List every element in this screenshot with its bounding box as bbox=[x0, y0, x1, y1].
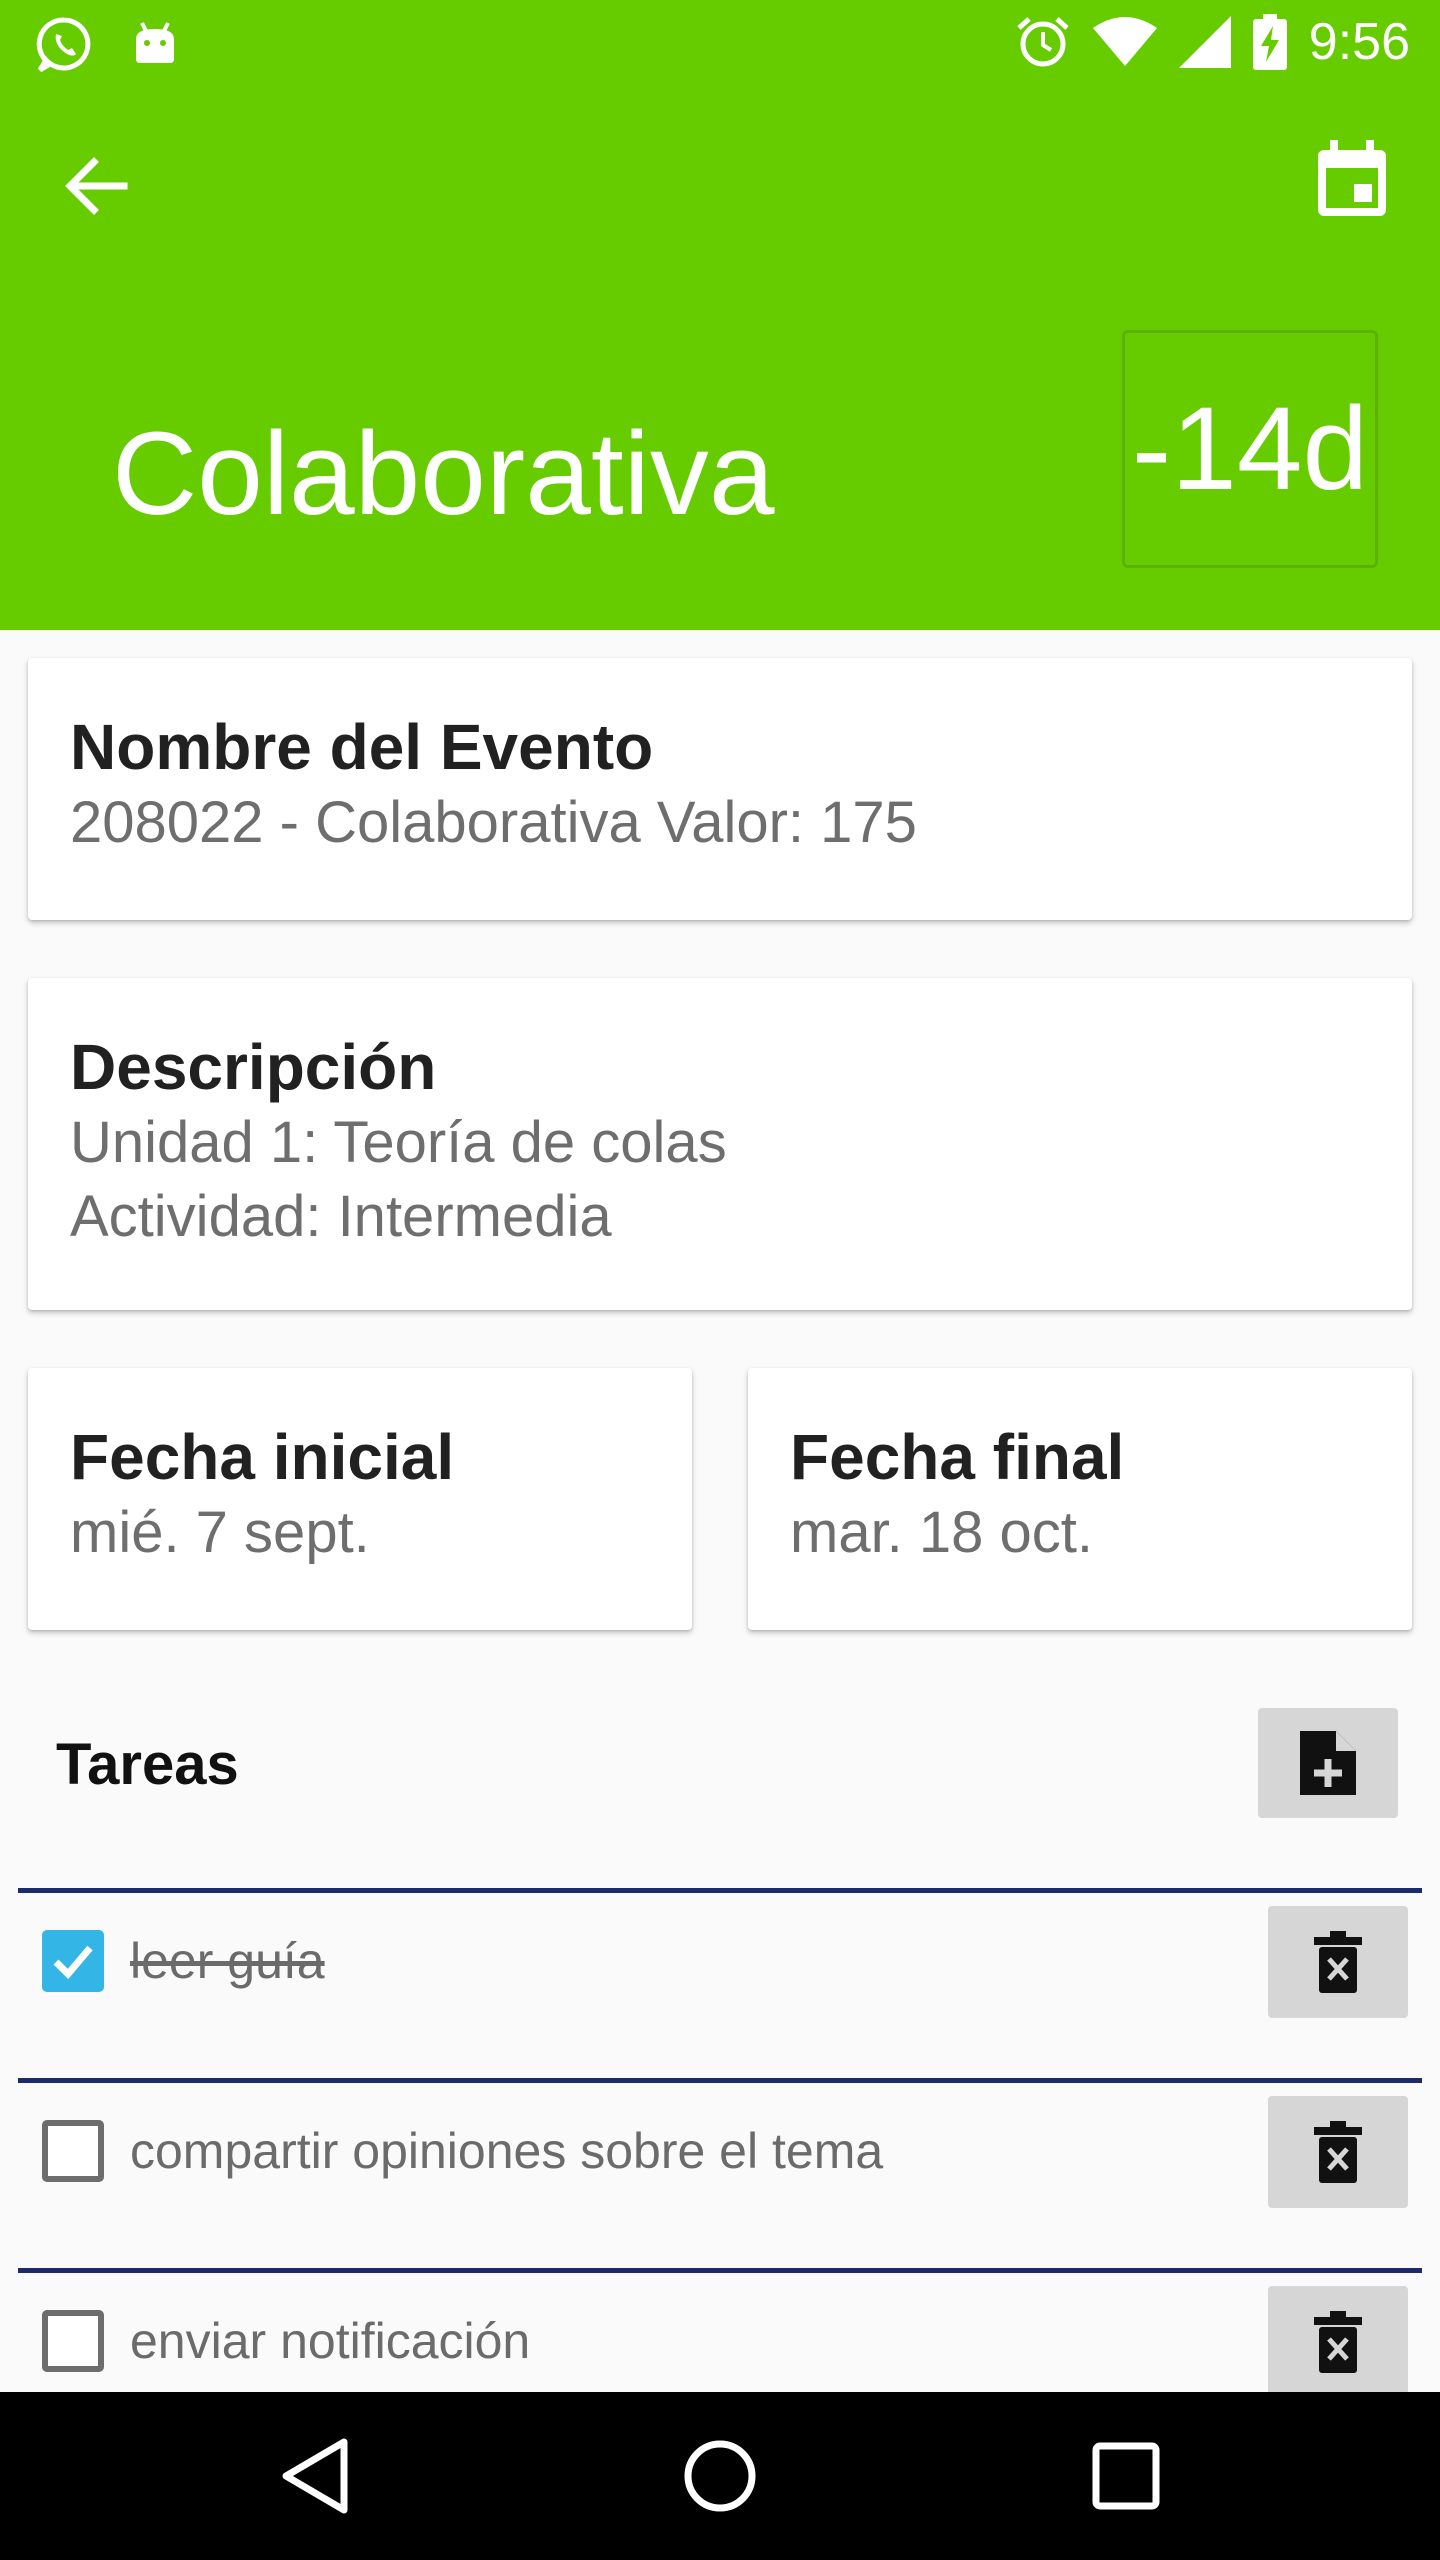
description-line-1: Unidad 1: Teoría de colas bbox=[70, 1110, 727, 1175]
task-checkbox[interactable] bbox=[42, 2120, 104, 2182]
event-name-title: Nombre del Evento bbox=[70, 711, 654, 783]
delete-task-button[interactable] bbox=[1268, 2286, 1408, 2392]
task-checkbox[interactable] bbox=[42, 1930, 104, 1992]
end-date-card[interactable]: Fecha final mar. 18 oct. bbox=[748, 1368, 1412, 1630]
end-date-title: Fecha final bbox=[790, 1421, 1125, 1493]
status-bar-right: 9:56 bbox=[1015, 12, 1410, 72]
note-add-icon bbox=[1300, 1731, 1356, 1795]
nav-recents-button[interactable] bbox=[1080, 2430, 1172, 2522]
recents-square-icon bbox=[1092, 2442, 1160, 2510]
status-bar-left bbox=[34, 14, 180, 74]
start-date-value: mié. 7 sept. bbox=[70, 1500, 370, 1565]
task-divider bbox=[18, 1888, 1422, 1893]
delete-task-button[interactable] bbox=[1268, 1906, 1408, 2018]
android-icon bbox=[136, 22, 174, 63]
back-button[interactable] bbox=[56, 144, 140, 228]
description-title: Descripción bbox=[70, 1031, 437, 1103]
delete-icon bbox=[1314, 1931, 1362, 1993]
description-line-2: Actividad: Intermedia bbox=[70, 1184, 612, 1249]
signal-icon bbox=[1178, 16, 1231, 68]
calendar-icon bbox=[1318, 140, 1386, 216]
add-task-button[interactable] bbox=[1258, 1708, 1398, 1818]
start-date-card[interactable]: Fecha inicial mié. 7 sept. bbox=[28, 1368, 692, 1630]
nav-home-button[interactable] bbox=[674, 2430, 766, 2522]
task-row: leer guía bbox=[18, 1888, 1422, 2076]
event-name-card: Nombre del Evento 208022 - Colaborativa … bbox=[28, 658, 1412, 920]
calendar-button[interactable] bbox=[1312, 136, 1396, 220]
checkmark-icon bbox=[53, 1945, 93, 1980]
tasks-header: Tareas bbox=[56, 1732, 239, 1797]
event-title: Colaborativa bbox=[112, 408, 775, 540]
task-row: enviar notificación bbox=[18, 2268, 1422, 2392]
nav-back-button[interactable] bbox=[270, 2430, 362, 2522]
alarm-icon bbox=[1017, 17, 1069, 67]
delete-icon bbox=[1314, 2121, 1362, 2183]
app-bar: Colaborativa -14d bbox=[0, 84, 1440, 630]
task-label: compartir opiniones sobre el tema bbox=[130, 2123, 884, 2179]
delete-task-button[interactable] bbox=[1268, 2096, 1408, 2208]
home-circle-icon bbox=[684, 2440, 756, 2512]
start-date-title: Fecha inicial bbox=[70, 1421, 455, 1493]
task-divider bbox=[18, 2078, 1422, 2083]
end-date-value: mar. 18 oct. bbox=[790, 1500, 1094, 1565]
description-card: Descripción Unidad 1: Teoría de colas Ac… bbox=[28, 978, 1412, 1310]
navigation-bar bbox=[0, 2392, 1440, 2560]
task-divider bbox=[18, 2268, 1422, 2273]
task-label: enviar notificación bbox=[130, 2313, 531, 2369]
days-remaining-badge: -14d bbox=[1122, 330, 1378, 568]
task-row: compartir opiniones sobre el tema bbox=[18, 2078, 1422, 2266]
event-name-value: 208022 - Colaborativa Valor: 175 bbox=[70, 790, 917, 855]
arrow-back-icon bbox=[65, 157, 128, 215]
wifi-icon bbox=[1092, 17, 1157, 66]
delete-icon bbox=[1314, 2311, 1362, 2373]
task-checkbox[interactable] bbox=[42, 2310, 104, 2372]
status-time: 9:56 bbox=[1308, 13, 1410, 71]
back-triangle-icon bbox=[282, 2438, 348, 2514]
whatsapp-icon bbox=[36, 17, 91, 73]
task-label: leer guía bbox=[130, 1933, 325, 1989]
battery-charging-icon bbox=[1252, 14, 1287, 70]
status-bar: 9:56 bbox=[0, 0, 1440, 84]
